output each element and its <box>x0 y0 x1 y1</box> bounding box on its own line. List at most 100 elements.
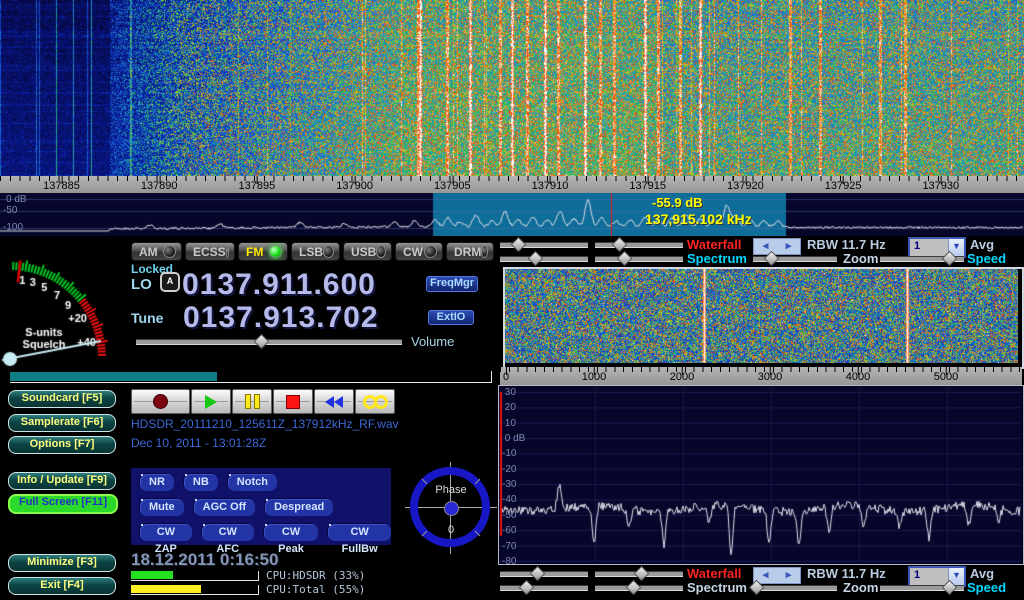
spectrum-brightness-slider[interactable] <box>500 253 588 264</box>
signal-level-readout: -55.9 dB <box>652 195 703 210</box>
cpu-hdsdr-bar-fill <box>131 571 173 579</box>
slider-thumb[interactable] <box>510 237 526 253</box>
af-spectrum-display[interactable] <box>499 386 1021 562</box>
mode-button-fm[interactable]: FM <box>238 242 288 261</box>
rbw-increase-arrow-icon[interactable]: ▸ <box>777 568 800 583</box>
db-scale-label: -100 <box>3 222 23 233</box>
rbw-decrease-arrow-icon[interactable]: ◂ <box>754 239 777 254</box>
ruler-label: 5000 <box>934 371 958 383</box>
dsp-button-mute[interactable]: Mute <box>140 499 184 516</box>
freqmgr-button[interactable]: FreqMgr <box>426 276 478 292</box>
waterfall-brightness-slider[interactable] <box>500 239 588 250</box>
waterfall-contrast-slider[interactable] <box>595 239 683 250</box>
spectrum-tab[interactable]: Spectrum <box>687 580 747 595</box>
menu-button-samplerate[interactable]: Samplerate [F6] <box>8 414 116 432</box>
dsp-button-cw-zap[interactable]: CW ZAP <box>140 524 192 541</box>
mode-led-icon <box>481 245 488 258</box>
menu-button-minimize[interactable]: Minimize [F3] <box>8 554 116 572</box>
band-select-button[interactable]: A <box>160 272 180 292</box>
ruler-label: 137895 <box>239 180 276 192</box>
slider-thumb[interactable] <box>764 251 780 267</box>
tune-label: Tune <box>131 310 163 326</box>
db-scale-label: -20 <box>502 464 516 475</box>
phase-indicator[interactable]: Phase 0 <box>405 462 497 554</box>
speed-slider[interactable] <box>880 253 964 264</box>
volume-slider[interactable] <box>136 336 402 347</box>
menu-button-soundcard[interactable]: Soundcard [F5] <box>8 390 116 408</box>
slider-thumb[interactable] <box>633 566 649 582</box>
volume-slider-thumb[interactable] <box>254 334 270 350</box>
dsp-button-cw-fullbw[interactable]: CW FullBw <box>328 524 391 541</box>
cpu-hdsdr-bar <box>131 571 259 581</box>
af-waterfall-display[interactable] <box>505 269 1018 363</box>
ruler-label: 2000 <box>670 371 694 383</box>
slider-thumb[interactable] <box>749 580 765 596</box>
waterfall-tab[interactable]: Waterfall <box>687 237 741 252</box>
dsp-button-agc-off[interactable]: AGC Off <box>194 499 255 516</box>
dsp-button-nb[interactable]: NB <box>184 474 218 491</box>
play-button[interactable] <box>191 389 231 414</box>
ruler-label: 137910 <box>532 180 569 192</box>
lo-frequency-display[interactable]: 0137.911.600 <box>182 270 376 300</box>
slider-thumb[interactable] <box>942 251 958 267</box>
mode-button-am[interactable]: AM <box>131 242 182 261</box>
loop-button[interactable] <box>355 389 395 414</box>
spectrum-contrast-slider[interactable] <box>595 582 683 593</box>
slider-thumb[interactable] <box>519 580 535 596</box>
spectrum-tab[interactable]: Spectrum <box>687 251 747 266</box>
slider-thumb[interactable] <box>530 566 546 582</box>
avg-label: Avg <box>970 237 994 252</box>
zoom-slider[interactable] <box>753 582 837 593</box>
dsp-button-despread[interactable]: Despread <box>265 499 333 516</box>
menu-button-info[interactable]: Info / Update [F9] <box>8 472 116 490</box>
dsp-button-cw-peak[interactable]: CW Peak <box>264 524 319 541</box>
cpu-total-text: CPU:Total (55%) <box>266 583 365 596</box>
signal-level-bar[interactable] <box>10 371 492 383</box>
main-spectrum-canvas[interactable] <box>0 193 1024 236</box>
avg-label: Avg <box>970 566 994 581</box>
cpu-total-bar-fill <box>131 585 201 593</box>
mode-button-usb[interactable]: USB <box>343 242 392 261</box>
stop-icon <box>286 395 300 409</box>
main-spectrum-display[interactable]: -55.9 dB 137,915.102 kHz 0 dB-50-100 <box>0 193 1024 236</box>
mode-label: FM <box>246 245 263 259</box>
menu-button-exit[interactable]: Exit [F4] <box>8 577 116 595</box>
record-button[interactable] <box>131 389 190 414</box>
pause-button[interactable] <box>232 389 272 414</box>
waterfall-contrast-slider[interactable] <box>595 568 683 579</box>
dsp-button-notch[interactable]: Notch <box>228 474 277 491</box>
tune-frequency-display[interactable]: 0137.913.702 <box>183 303 379 333</box>
phase-zero-label: 0 <box>405 524 497 536</box>
waterfall-tab[interactable]: Waterfall <box>687 566 741 581</box>
mode-button-lsb[interactable]: LSB <box>291 242 340 261</box>
dsp-button-cw-afc[interactable]: CW AFC <box>202 524 254 541</box>
frequency-ruler[interactable]: 1378851378901378951379001379051379101379… <box>0 176 1024 193</box>
slider-thumb[interactable] <box>942 580 958 596</box>
cpu-total-bar <box>131 585 259 595</box>
spectrum-brightness-slider[interactable] <box>500 582 588 593</box>
s-meter-gauge[interactable] <box>0 238 135 383</box>
af-waterfall-frame <box>503 267 1024 369</box>
dsp-button-nr[interactable]: NR <box>140 474 174 491</box>
mode-button-drm[interactable]: DRM <box>446 242 494 261</box>
slider-thumb[interactable] <box>626 580 642 596</box>
rbw-increase-arrow-icon[interactable]: ▸ <box>777 239 800 254</box>
speed-slider[interactable] <box>880 582 964 593</box>
af-frequency-ruler[interactable]: 010002000300040005000 <box>500 367 1022 385</box>
stop-button[interactable] <box>273 389 313 414</box>
spectrum-contrast-slider[interactable] <box>595 253 683 264</box>
extio-button[interactable]: ExtIO <box>428 310 474 325</box>
menu-button-full[interactable]: Full Screen [F11] <box>8 494 118 514</box>
recording-file-name: HDSDR_20111210_125611Z_137912kHz_RF.wav <box>131 417 399 431</box>
db-scale-label: 0 dB <box>6 194 27 205</box>
zoom-slider[interactable] <box>753 253 837 264</box>
slider-thumb[interactable] <box>528 251 544 267</box>
mode-button-cw[interactable]: CW <box>395 242 443 261</box>
menu-button-options[interactable]: Options [F7] <box>8 436 116 454</box>
ruler-label: 137930 <box>922 180 959 192</box>
waterfall-brightness-slider[interactable] <box>500 568 588 579</box>
slider-thumb[interactable] <box>617 251 633 267</box>
main-waterfall-display[interactable] <box>0 0 1024 176</box>
mode-button-ecss[interactable]: ECSS <box>185 242 235 261</box>
rewind-button[interactable] <box>314 389 354 414</box>
